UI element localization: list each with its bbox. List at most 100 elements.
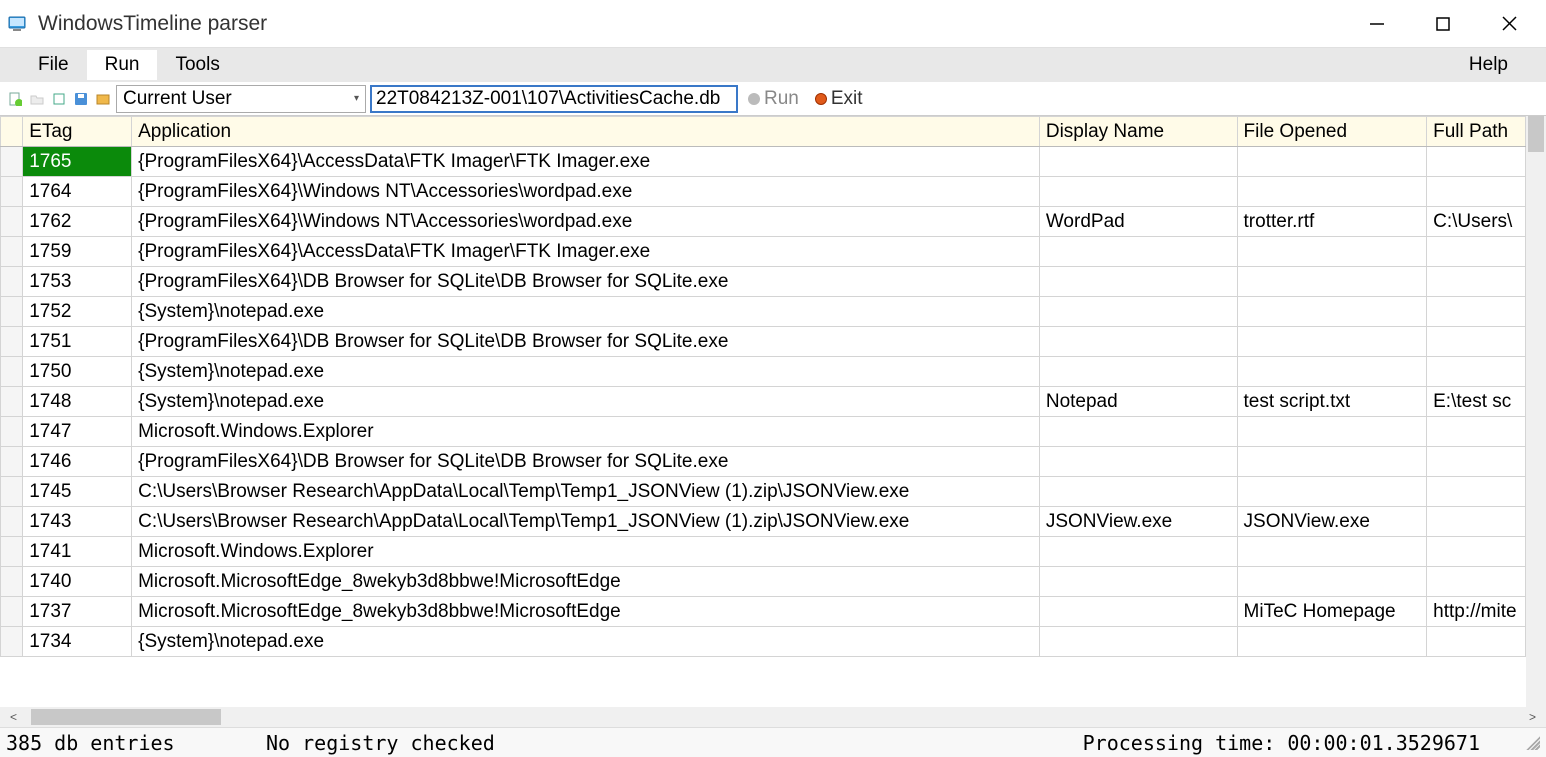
full-path-cell[interactable]: [1427, 297, 1526, 327]
display-name-cell[interactable]: [1039, 567, 1237, 597]
table-row[interactable]: 1743C:\Users\Browser Research\AppData\Lo…: [1, 507, 1526, 537]
table-row[interactable]: 1762{ProgramFilesX64}\Windows NT\Accesso…: [1, 207, 1526, 237]
user-select[interactable]: Current User ▾: [116, 85, 366, 113]
application-cell[interactable]: Microsoft.Windows.Explorer: [132, 417, 1040, 447]
etag-cell[interactable]: 1752: [23, 297, 132, 327]
table-row[interactable]: 1751{ProgramFilesX64}\DB Browser for SQL…: [1, 327, 1526, 357]
hscroll-right-icon[interactable]: >: [1523, 710, 1542, 724]
full-path-cell[interactable]: [1427, 447, 1526, 477]
display-name-cell[interactable]: [1039, 327, 1237, 357]
horizontal-scrollbar[interactable]: < >: [0, 707, 1546, 727]
maximize-button[interactable]: [1434, 15, 1452, 33]
row-header-cell[interactable]: [1, 447, 23, 477]
full-path-cell[interactable]: E:\test sc: [1427, 387, 1526, 417]
full-path-cell[interactable]: [1427, 417, 1526, 447]
row-header-cell[interactable]: [1, 207, 23, 237]
display-name-cell[interactable]: [1039, 357, 1237, 387]
application-cell[interactable]: Microsoft.MicrosoftEdge_8wekyb3d8bbwe!Mi…: [132, 567, 1040, 597]
table-row[interactable]: 1753{ProgramFilesX64}\DB Browser for SQL…: [1, 267, 1526, 297]
application-cell[interactable]: {System}\notepad.exe: [132, 387, 1040, 417]
menu-run[interactable]: Run: [87, 50, 158, 80]
etag-cell[interactable]: 1750: [23, 357, 132, 387]
etag-cell[interactable]: 1743: [23, 507, 132, 537]
row-header-cell[interactable]: [1, 237, 23, 267]
menu-tools[interactable]: Tools: [157, 50, 237, 80]
table-row[interactable]: 1748{System}\notepad.exeNotepadtest scri…: [1, 387, 1526, 417]
etag-cell[interactable]: 1764: [23, 177, 132, 207]
exit-button[interactable]: Exit: [809, 86, 869, 112]
display-name-cell[interactable]: [1039, 447, 1237, 477]
application-cell[interactable]: {ProgramFilesX64}\DB Browser for SQLite\…: [132, 327, 1040, 357]
display-name-cell[interactable]: [1039, 177, 1237, 207]
display-name-cell[interactable]: [1039, 597, 1237, 627]
etag-cell[interactable]: 1765: [23, 147, 132, 177]
menu-help[interactable]: Help: [1451, 50, 1526, 80]
application-cell[interactable]: C:\Users\Browser Research\AppData\Local\…: [132, 507, 1040, 537]
application-cell[interactable]: {ProgramFilesX64}\AccessData\FTK Imager\…: [132, 237, 1040, 267]
etag-cell[interactable]: 1762: [23, 207, 132, 237]
file-opened-cell[interactable]: trotter.rtf: [1237, 207, 1427, 237]
full-path-cell[interactable]: [1427, 147, 1526, 177]
application-cell[interactable]: {ProgramFilesX64}\DB Browser for SQLite\…: [132, 267, 1040, 297]
file-opened-cell[interactable]: MiTeC Homepage: [1237, 597, 1427, 627]
col-etag[interactable]: ETag: [23, 117, 132, 147]
file-opened-cell[interactable]: [1237, 417, 1427, 447]
display-name-cell[interactable]: [1039, 537, 1237, 567]
etag-cell[interactable]: 1746: [23, 447, 132, 477]
menu-file[interactable]: File: [20, 50, 87, 80]
etag-cell[interactable]: 1759: [23, 237, 132, 267]
display-name-cell[interactable]: [1039, 267, 1237, 297]
etag-cell[interactable]: 1741: [23, 537, 132, 567]
display-name-cell[interactable]: WordPad: [1039, 207, 1237, 237]
table-row[interactable]: 1734{System}\notepad.exe: [1, 627, 1526, 657]
application-cell[interactable]: {System}\notepad.exe: [132, 357, 1040, 387]
table-row[interactable]: 1750{System}\notepad.exe: [1, 357, 1526, 387]
row-header-cell[interactable]: [1, 387, 23, 417]
table-row[interactable]: 1759{ProgramFilesX64}\AccessData\FTK Ima…: [1, 237, 1526, 267]
folder-icon[interactable]: [28, 90, 46, 108]
etag-cell[interactable]: 1745: [23, 477, 132, 507]
row-header-cell[interactable]: [1, 327, 23, 357]
row-header-cell[interactable]: [1, 357, 23, 387]
file-opened-cell[interactable]: [1237, 177, 1427, 207]
full-path-cell[interactable]: [1427, 507, 1526, 537]
display-name-cell[interactable]: JSONView.exe: [1039, 507, 1237, 537]
row-header-cell[interactable]: [1, 267, 23, 297]
etag-cell[interactable]: 1748: [23, 387, 132, 417]
row-header-cell[interactable]: [1, 297, 23, 327]
col-application[interactable]: Application: [132, 117, 1040, 147]
display-name-cell[interactable]: [1039, 237, 1237, 267]
col-file-opened[interactable]: File Opened: [1237, 117, 1427, 147]
table-row[interactable]: 1737Microsoft.MicrosoftEdge_8wekyb3d8bbw…: [1, 597, 1526, 627]
application-cell[interactable]: {ProgramFilesX64}\Windows NT\Accessories…: [132, 177, 1040, 207]
vscroll-thumb[interactable]: [1528, 116, 1544, 152]
vertical-scrollbar[interactable]: [1526, 116, 1546, 707]
application-cell[interactable]: {ProgramFilesX64}\AccessData\FTK Imager\…: [132, 147, 1040, 177]
col-display-name[interactable]: Display Name: [1039, 117, 1237, 147]
file-opened-cell[interactable]: [1237, 627, 1427, 657]
etag-cell[interactable]: 1737: [23, 597, 132, 627]
table-row[interactable]: 1765{ProgramFilesX64}\AccessData\FTK Ima…: [1, 147, 1526, 177]
table-row[interactable]: 1746{ProgramFilesX64}\DB Browser for SQL…: [1, 447, 1526, 477]
full-path-cell[interactable]: [1427, 567, 1526, 597]
col-rowhead[interactable]: [1, 117, 23, 147]
application-cell[interactable]: Microsoft.MicrosoftEdge_8wekyb3d8bbwe!Mi…: [132, 597, 1040, 627]
minimize-button[interactable]: [1368, 15, 1386, 33]
display-name-cell[interactable]: [1039, 477, 1237, 507]
row-header-cell[interactable]: [1, 597, 23, 627]
display-name-cell[interactable]: [1039, 417, 1237, 447]
table-row[interactable]: 1747Microsoft.Windows.Explorer: [1, 417, 1526, 447]
row-header-cell[interactable]: [1, 537, 23, 567]
full-path-cell[interactable]: [1427, 327, 1526, 357]
display-name-cell[interactable]: [1039, 627, 1237, 657]
new-icon[interactable]: [6, 90, 24, 108]
results-table[interactable]: ETag Application Display Name File Opene…: [0, 116, 1526, 657]
full-path-cell[interactable]: [1427, 477, 1526, 507]
close-button[interactable]: [1500, 15, 1518, 33]
application-cell[interactable]: Microsoft.Windows.Explorer: [132, 537, 1040, 567]
application-cell[interactable]: {ProgramFilesX64}\Windows NT\Accessories…: [132, 207, 1040, 237]
full-path-cell[interactable]: [1427, 267, 1526, 297]
full-path-cell[interactable]: [1427, 537, 1526, 567]
run-button[interactable]: Run: [742, 86, 805, 112]
table-row[interactable]: 1752{System}\notepad.exe: [1, 297, 1526, 327]
